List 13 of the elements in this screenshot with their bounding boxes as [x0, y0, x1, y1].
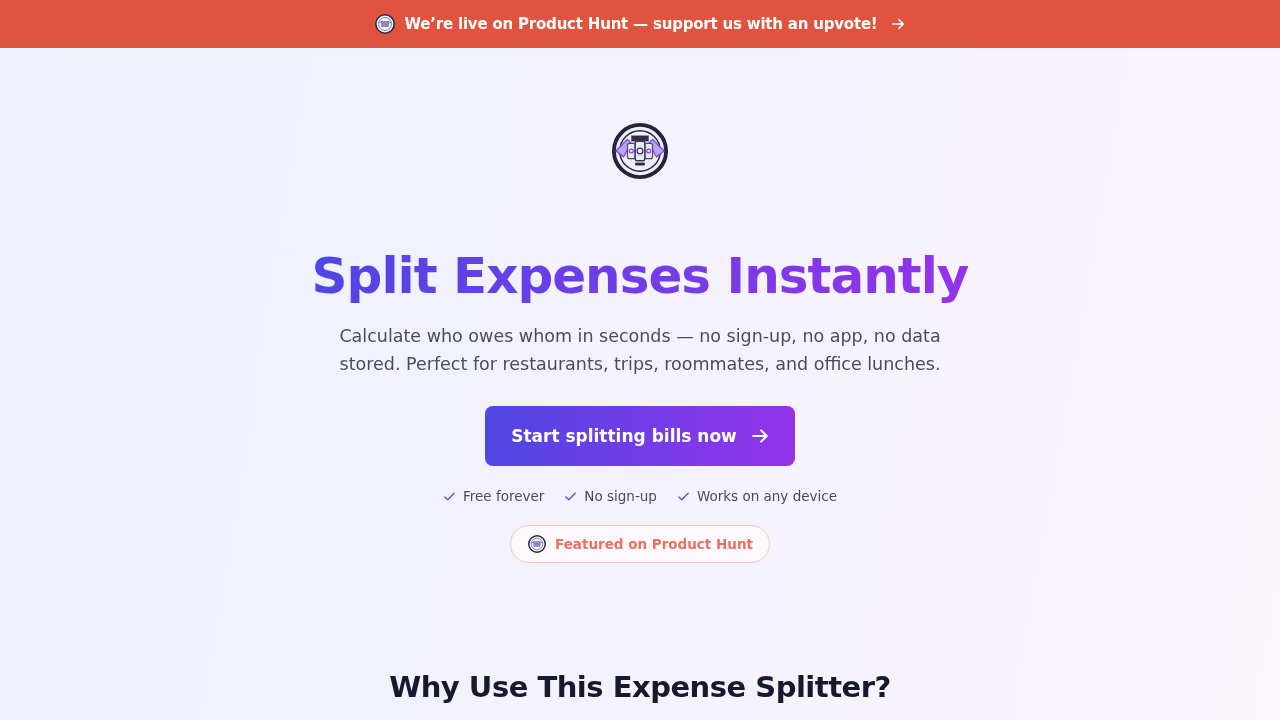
feature-label: Free forever [463, 487, 545, 505]
feature-label: Works on any device [696, 487, 837, 505]
announcement-banner-link[interactable]: We’re live on Product Hunt — support us with an upvote! [0, 0, 1280, 48]
feature-label: No sign-up [584, 487, 657, 505]
start-splitting-button[interactable]: Start splitting bills now [485, 406, 795, 466]
emblem-icon [528, 535, 546, 553]
section-heading: Why Use This Expense Splitter? [389, 669, 891, 706]
arrow-right-icon [890, 17, 905, 31]
hero-description: Calculate who owes whom in seconds — no sign-up, no app, no data stored. Perfect for restaurants, trips, roommates, and office lunches. [338, 325, 942, 376]
featured-badge-link[interactable]: Featured on Product Hunt [510, 525, 770, 563]
arrow-right-icon [750, 427, 769, 445]
logo-icon [611, 122, 669, 180]
emblem-icon [375, 14, 396, 34]
